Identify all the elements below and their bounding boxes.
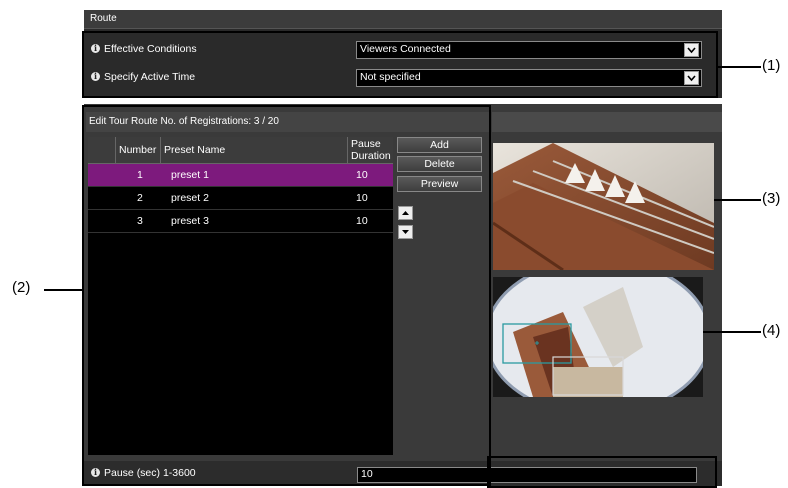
callout-label-1: (1) (762, 57, 781, 74)
route-header: Route (84, 10, 722, 29)
callout-line-1 (718, 66, 761, 68)
callout-label-2: (2) (12, 279, 31, 296)
callout-line-4 (703, 331, 761, 333)
fisheye-preview-image (493, 277, 703, 397)
callout-label-3: (3) (762, 190, 781, 207)
callout-frame-pause (487, 456, 717, 488)
route-title: Route (90, 13, 117, 24)
callout-line-3 (714, 199, 761, 201)
preview-header (492, 112, 722, 132)
callout-label-4: (4) (762, 322, 781, 339)
callout-frame-2 (82, 105, 491, 486)
callout-line-2 (44, 289, 82, 291)
camera-preview-image (493, 143, 714, 270)
callout-frame-1 (82, 31, 718, 98)
